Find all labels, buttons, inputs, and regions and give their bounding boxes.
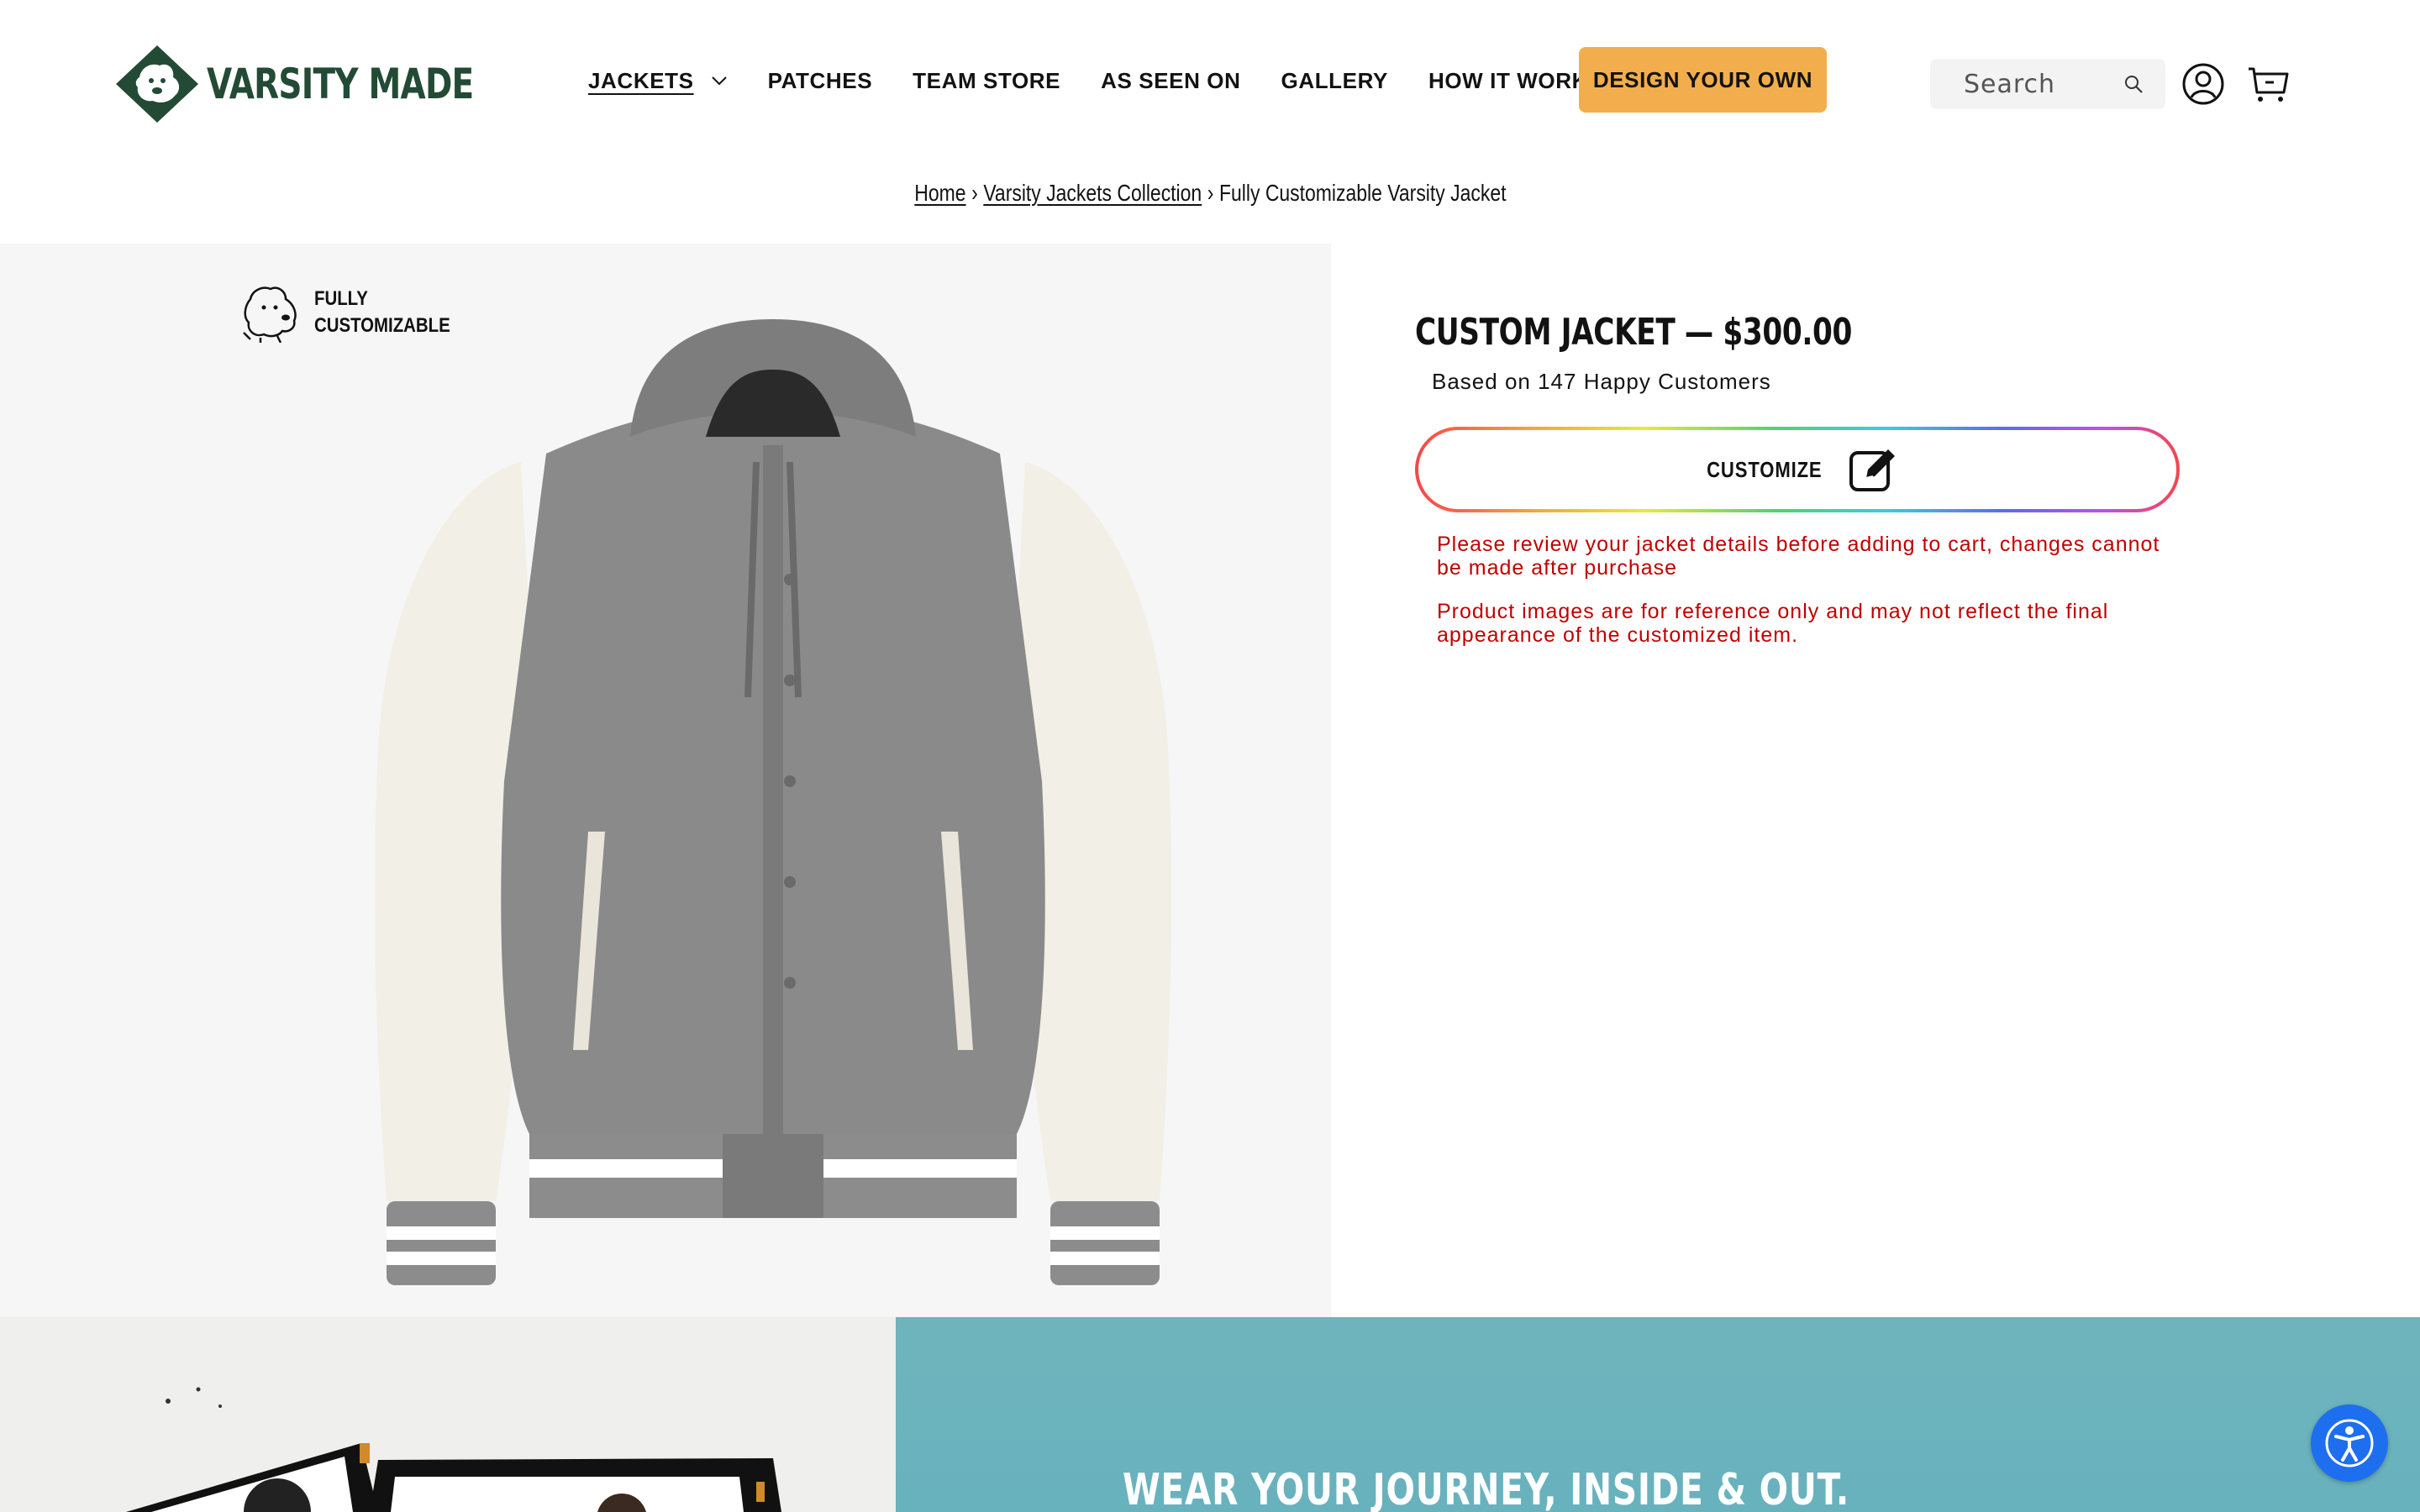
- review-summary[interactable]: Based on 147 Happy Customers: [1432, 369, 2180, 395]
- customize-label: CUSTOMIZE: [1707, 456, 1823, 482]
- accessibility-button[interactable]: [2311, 1404, 2388, 1482]
- product-info: CUSTOM JACKET — $300.00 Based on 147 Hap…: [1415, 311, 2180, 647]
- breadcrumb-collection[interactable]: Varsity Jackets Collection: [983, 180, 1202, 206]
- dog-head-icon: [243, 286, 297, 343]
- nav-as-seen-on[interactable]: AS SEEN ON: [1101, 68, 1240, 94]
- brand-logo[interactable]: VARSITY MADE: [114, 44, 549, 124]
- account-icon[interactable]: [2181, 62, 2225, 106]
- breadcrumb: Home › Varsity Jackets Collection › Fully Cu…: [0, 180, 2420, 207]
- cart-icon[interactable]: [2247, 64, 2289, 104]
- breadcrumb-current: Fully Customizable Varsity Jacket: [1218, 180, 1507, 206]
- design-your-own-button[interactable]: DESIGN YOUR OWN: [1579, 47, 1827, 113]
- main-nav: JACKETS PATCHES TEAM STORE AS SEEN ON GA…: [588, 47, 1644, 114]
- edit-icon: [1849, 449, 1895, 491]
- brand-banner: WEAR YOUR JOURNEY, INSIDE & OUT.: [896, 1317, 2420, 1512]
- brand-name: VARSITY MADE: [207, 60, 474, 108]
- search-input[interactable]: [1964, 69, 2123, 99]
- dog-logo-icon: [116, 45, 198, 123]
- site-header: VARSITY MADE JACKETS PATCHES TEAM STORE …: [0, 0, 2420, 160]
- search-bar: [1930, 59, 2165, 109]
- cart-warning-text: Please review your jacket details before…: [1437, 533, 2160, 580]
- lifestyle-photo-collage: [0, 1317, 896, 1512]
- nav-team-store[interactable]: TEAM STORE: [913, 68, 1060, 94]
- customize-button[interactable]: CUSTOMIZE: [1415, 427, 2180, 512]
- nav-patches[interactable]: PATCHES: [768, 68, 873, 94]
- breadcrumb-home[interactable]: Home: [914, 180, 965, 206]
- product-image-jacket[interactable]: [353, 311, 1193, 1317]
- banner-headline: WEAR YOUR JOURNEY, INSIDE & OUT.: [1123, 1465, 1850, 1512]
- customize-button-inner: CUSTOMIZE: [1418, 430, 2176, 509]
- photo-strip-image: [126, 1387, 781, 1512]
- nav-jackets-label: JACKETS: [588, 67, 694, 93]
- badge-line-1: FULLY: [314, 287, 368, 310]
- nav-gallery[interactable]: GALLERY: [1281, 68, 1388, 94]
- product-title: CUSTOM JACKET — $300.00: [1415, 311, 1852, 354]
- image-disclaimer-text: Product images are for reference only an…: [1437, 600, 2109, 647]
- nav-how-it-works[interactable]: HOW IT WORKS: [1428, 68, 1603, 94]
- breadcrumb-separator: ›: [1207, 180, 1214, 206]
- search-icon[interactable]: [2123, 74, 2144, 94]
- breadcrumb-separator: ›: [971, 180, 978, 206]
- accessibility-icon: [2325, 1419, 2374, 1467]
- chevron-down-icon: [711, 76, 727, 86]
- nav-jackets[interactable]: JACKETS: [588, 68, 728, 94]
- product-gallery: FULLY CUSTOMIZABLE: [0, 244, 1331, 1317]
